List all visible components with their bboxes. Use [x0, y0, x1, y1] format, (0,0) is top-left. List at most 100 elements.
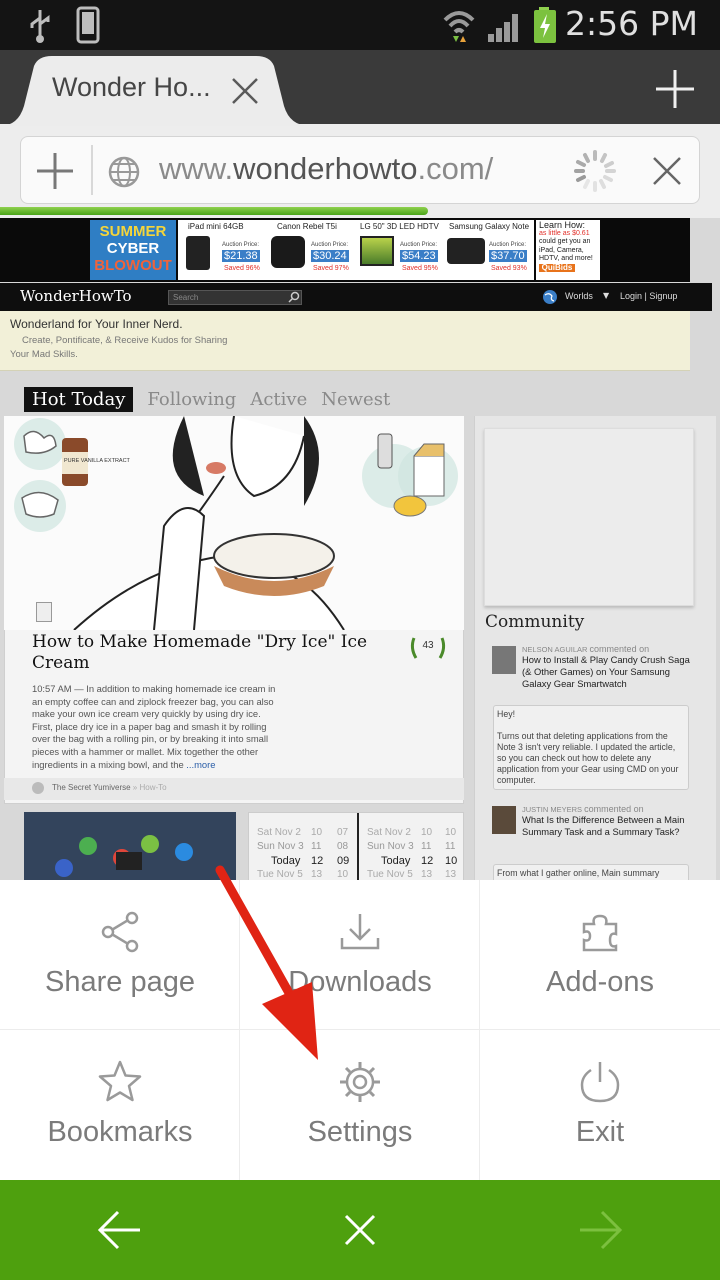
product-price-label: Auction Price:	[400, 242, 438, 248]
stop-loading-icon[interactable]	[651, 155, 683, 187]
product-saved: Saved 93%	[491, 265, 527, 272]
download-icon	[340, 914, 380, 950]
url-text[interactable]: www.wonderhowto.com/	[159, 151, 493, 187]
cal-day: Sat Nov 2	[257, 827, 301, 838]
cal-num: 11	[445, 841, 456, 852]
cal-num: 10	[445, 855, 458, 867]
sidebar-ad[interactable]	[484, 428, 694, 606]
article-excerpt: 10:57 AM — In addition to making homemad…	[32, 683, 276, 770]
site-header: WonderHowTo Search Worlds ▼ Login | Sign…	[0, 283, 712, 311]
post-title[interactable]: What Is the Difference Between a Main Su…	[522, 814, 695, 838]
menu-label: Settings	[307, 1116, 413, 1148]
product-name: Samsung Galaxy Note	[449, 222, 530, 231]
cal-num: 13	[421, 869, 433, 880]
close-menu-icon[interactable]	[310, 1200, 410, 1260]
cal-num: 10	[445, 827, 457, 838]
product-price: $30.24	[311, 250, 349, 262]
new-tab-icon[interactable]	[654, 68, 696, 110]
cal-num: 12	[311, 855, 324, 867]
globe-icon	[108, 156, 140, 188]
tab-newest[interactable]: Newest	[321, 389, 390, 410]
cal-num: 10	[337, 869, 349, 880]
menu-share-page[interactable]: Share page	[0, 880, 240, 1030]
product-price-label: Auction Price:	[222, 242, 260, 248]
product-name: LG 50" 3D LED HDTV	[360, 222, 439, 231]
community-heading: Community	[485, 612, 585, 632]
product-2: Canon Rebel T5i Auction Price: $30.24 Sa…	[267, 220, 356, 280]
app-icons-image	[24, 812, 236, 882]
byline-category[interactable]: » How-To	[133, 783, 167, 792]
article-title[interactable]: How to Make Homemade "Dry Ice" Ice Cream	[32, 632, 412, 674]
product-strip: iPad mini 64GB Auction Price: $21.38 Sav…	[178, 220, 534, 280]
post-author[interactable]: JUSTIN MEYERS	[522, 805, 582, 814]
promo-line-3: BLOWOUT	[94, 257, 172, 274]
menu-exit[interactable]: Exit	[480, 1030, 720, 1180]
product-1: iPad mini 64GB Auction Price: $21.38 Sav…	[178, 220, 267, 280]
cal-num: 11	[421, 841, 432, 852]
star-icon	[98, 1060, 142, 1102]
status-bar: 2:56 PM	[0, 0, 720, 50]
cal-day: Tue Nov 5	[367, 869, 413, 880]
worlds-dropdown-icon[interactable]: ▼	[603, 291, 609, 300]
community-post[interactable]: JUSTIN MEYERS commented on What Is the D…	[490, 804, 695, 838]
subtagline: Create, Pontificate, & Receive Kudos for…	[22, 335, 228, 346]
cal-num: 07	[337, 827, 349, 838]
loading-spinner-icon	[574, 150, 616, 192]
cal-num: 12	[421, 855, 434, 867]
menu-add-ons[interactable]: Add-ons	[480, 880, 720, 1030]
tagline: Wonderland for Your Inner Nerd.	[10, 317, 183, 331]
quibids-logo: QuiBids	[539, 263, 575, 272]
subtagline-2: Your Mad Skills.	[10, 349, 78, 360]
close-tab-icon[interactable]	[230, 76, 260, 106]
url-bar[interactable]: www.wonderhowto.com/	[20, 136, 700, 204]
login-link[interactable]: Login | Signup	[620, 291, 677, 301]
post-author[interactable]: NELSON AGUILAR	[522, 645, 587, 654]
menu-downloads[interactable]: Downloads	[240, 880, 480, 1030]
bottle-label: PURE VANILLA EXTRACT	[64, 458, 131, 464]
menu-settings[interactable]: Settings	[240, 1030, 480, 1180]
author-avatar[interactable]	[36, 602, 52, 622]
calendar-divider	[357, 813, 359, 883]
back-arrow-icon[interactable]	[70, 1200, 170, 1260]
cal-day: Sun Nov 3	[257, 841, 304, 852]
byline-world[interactable]: The Secret Yumiverse	[52, 783, 131, 792]
article-thumbnail[interactable]	[24, 812, 236, 882]
user-avatar[interactable]	[492, 646, 516, 674]
search-icon[interactable]	[288, 291, 300, 303]
wifi-icon	[443, 11, 475, 42]
forward-arrow-icon[interactable]	[550, 1200, 650, 1260]
tab-following[interactable]: Following	[147, 389, 236, 410]
menu-label: Exit	[575, 1116, 625, 1148]
product-price: $37.70	[489, 250, 527, 262]
ad-banner[interactable]: SUMMER CYBER BLOWOUT iPad mini 64GB Auct…	[0, 218, 690, 282]
camera-image	[271, 236, 305, 268]
post-action: commented on	[589, 644, 650, 654]
community-post[interactable]: NELSON AGUILAR commented on How to Insta…	[490, 644, 695, 690]
tab-hot-today[interactable]: Hot Today	[24, 387, 134, 412]
user-avatar[interactable]	[492, 806, 516, 834]
product-price: $21.38	[222, 250, 260, 262]
cal-num: 13	[445, 869, 457, 880]
product-name: iPad mini 64GB	[188, 222, 244, 231]
product-saved: Saved 96%	[224, 265, 260, 272]
product-name: Canon Rebel T5i	[277, 222, 337, 231]
tagline-box: Wonderland for Your Inner Nerd. Create, …	[0, 311, 690, 371]
product-saved: Saved 95%	[402, 265, 438, 272]
worlds-menu[interactable]: Worlds	[565, 291, 593, 301]
site-logo[interactable]: WonderHowTo	[20, 287, 132, 305]
read-more-link[interactable]: ...more	[186, 759, 215, 770]
add-bookmark-icon[interactable]	[35, 151, 75, 191]
signal-icon	[488, 14, 518, 42]
calendar-left: Sat Nov 2 10 07 Sun Nov 3 11 08 Today 12 09 Tu…	[257, 827, 349, 883]
clock: 2:56 PM	[565, 4, 698, 43]
feature-illustration[interactable]: PURE VANILLA EXTRACT	[4, 416, 464, 630]
product-price: $54.23	[400, 250, 438, 262]
tab-active[interactable]: Active	[250, 389, 307, 410]
browser-menu: Share page Downloads Add-ons Bookmarks S…	[0, 880, 720, 1180]
calendar-thumbnail[interactable]: Sat Nov 2 10 07 Sun Nov 3 11 08 Today 12 09 Tu…	[248, 812, 464, 883]
post-title[interactable]: How to Install & Play Candy Crush Saga (…	[522, 654, 695, 690]
learn-how-box: Learn How: as little as $0.61 could get …	[536, 220, 600, 280]
gear-icon	[340, 1062, 380, 1102]
menu-bookmarks[interactable]: Bookmarks	[0, 1030, 240, 1180]
site-search-input[interactable]: Search	[168, 290, 302, 305]
